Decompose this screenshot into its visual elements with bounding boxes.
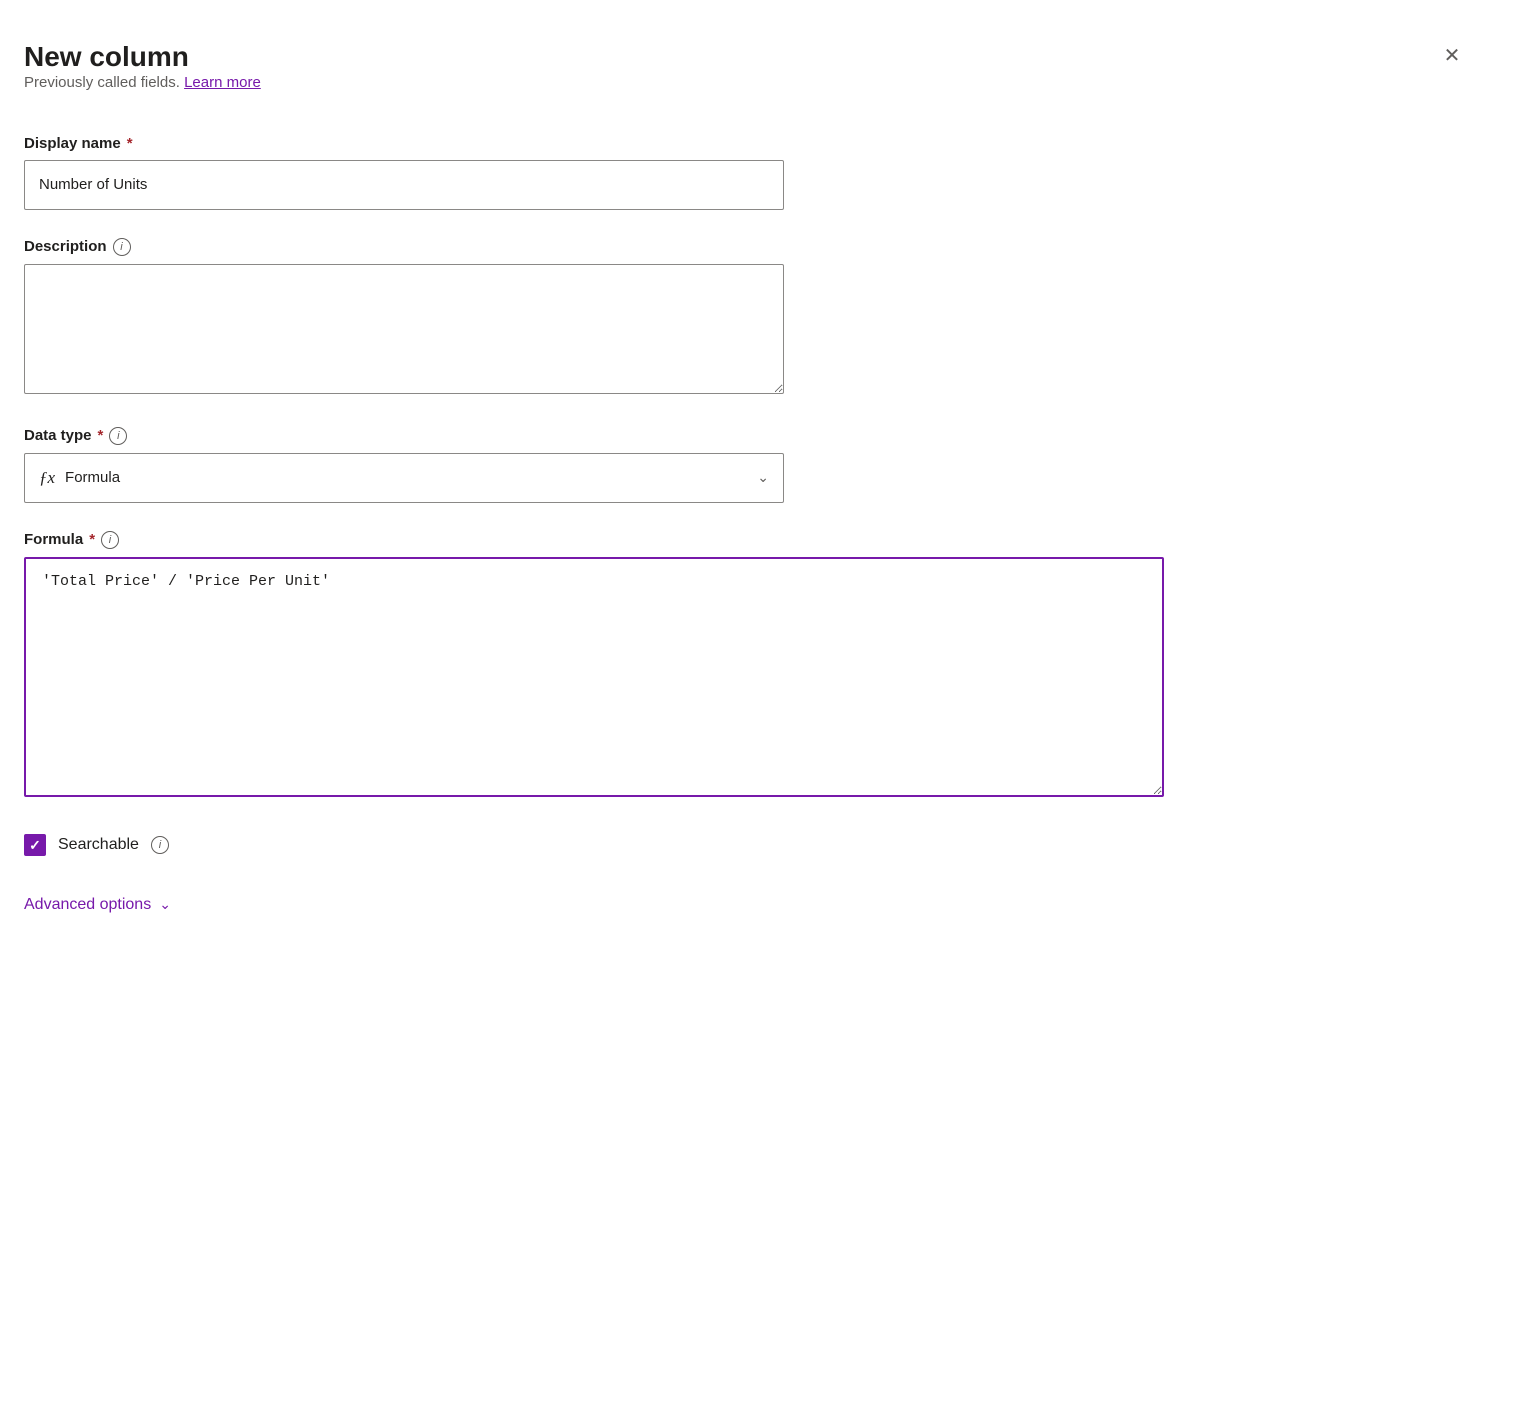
data-type-select-wrapper: ƒx Formula ⌄ xyxy=(24,453,784,503)
advanced-options-row[interactable]: Advanced options ⌄ xyxy=(24,896,1468,914)
close-icon: ✕ xyxy=(1444,46,1461,66)
data-type-chevron-icon: ⌄ xyxy=(757,469,769,486)
searchable-row: ✓ Searchable i xyxy=(24,834,1468,856)
display-name-required: * xyxy=(127,135,133,152)
data-type-select[interactable]: ƒx Formula ⌄ xyxy=(24,453,784,503)
formula-label: Formula * i xyxy=(24,531,1164,549)
description-label: Description i xyxy=(24,238,784,256)
searchable-checkbox[interactable]: ✓ xyxy=(24,834,46,856)
display-name-field-group: Display name * xyxy=(24,135,784,210)
data-type-info-icon[interactable]: i xyxy=(109,427,127,445)
searchable-checkbox-wrapper[interactable]: ✓ Searchable xyxy=(24,834,139,856)
panel-subtitle: Previously called fields. Learn more xyxy=(24,74,261,91)
description-input[interactable] xyxy=(24,264,784,394)
formula-info-icon[interactable]: i xyxy=(101,531,119,549)
description-info-icon[interactable]: i xyxy=(113,238,131,256)
formula-icon: ƒx xyxy=(39,468,55,488)
panel-title-area: New column Previously called fields. Lea… xyxy=(24,40,261,127)
formula-input[interactable]: 'Total Price' / 'Price Per Unit' xyxy=(24,557,1164,797)
description-field-group: Description i xyxy=(24,238,784,399)
formula-required: * xyxy=(89,531,95,548)
data-type-field-group: Data type * i ƒx Formula ⌄ xyxy=(24,427,784,503)
close-button[interactable]: ✕ xyxy=(1436,40,1468,72)
learn-more-link[interactable]: Learn more xyxy=(184,74,261,91)
new-column-panel: New column Previously called fields. Lea… xyxy=(0,0,1516,1403)
panel-title: New column xyxy=(24,40,261,74)
searchable-info-icon[interactable]: i xyxy=(151,836,169,854)
data-type-label: Data type * i xyxy=(24,427,784,445)
display-name-input[interactable] xyxy=(24,160,784,210)
advanced-options-label: Advanced options xyxy=(24,896,151,914)
advanced-options-chevron-icon: ⌄ xyxy=(159,896,171,913)
display-name-label: Display name * xyxy=(24,135,784,152)
panel-header: New column Previously called fields. Lea… xyxy=(24,40,1468,127)
data-type-value: Formula xyxy=(65,469,120,486)
data-type-required: * xyxy=(98,427,104,444)
formula-field-group: Formula * i 'Total Price' / 'Price Per U… xyxy=(24,531,1164,802)
check-icon: ✓ xyxy=(29,838,41,852)
searchable-label: Searchable xyxy=(58,836,139,854)
